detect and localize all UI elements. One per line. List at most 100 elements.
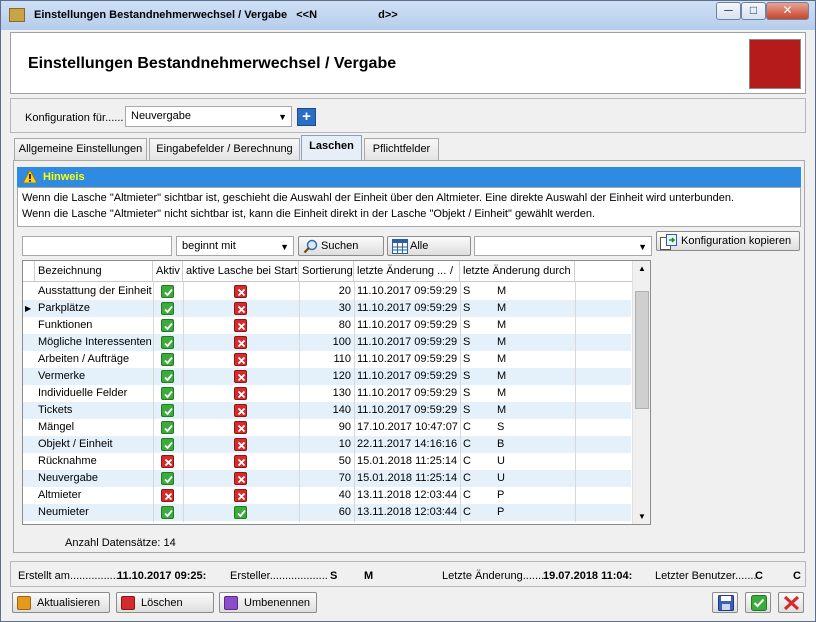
app-icon: [9, 8, 25, 22]
cross-icon[interactable]: [234, 404, 247, 417]
copy-config-button[interactable]: Konfiguration kopieren: [656, 231, 800, 251]
last-user-value: C: [755, 570, 763, 582]
checkmark-icon[interactable]: [161, 302, 174, 315]
checkmark-icon[interactable]: [161, 506, 174, 519]
checkmark-icon[interactable]: [161, 421, 174, 434]
table-row[interactable]: Funktionen 80 11.10.2017 09:59:29 S M: [23, 317, 631, 334]
table-row[interactable]: Objekt / Einheit 10 22.11.2017 14:16:16 C B: [23, 436, 631, 453]
add-config-button[interactable]: +: [297, 108, 316, 126]
checkmark-icon[interactable]: [161, 319, 174, 332]
cross-icon[interactable]: [161, 489, 174, 502]
cross-icon[interactable]: [234, 472, 247, 485]
table-row[interactable]: Mögliche Interessenten 100 11.10.2017 09:5…: [23, 334, 631, 351]
config-select[interactable]: Neuvergabe ▼: [125, 106, 292, 127]
column-header-sortierung[interactable]: Sortierung: [299, 261, 354, 282]
cell-geaendert-durch: S: [463, 353, 471, 365]
table-row[interactable]: ▶ Parkplätze 30 11.10.2017 09:59:29 S M: [23, 300, 631, 317]
cross-icon[interactable]: [234, 455, 247, 468]
checkmark-icon[interactable]: [161, 336, 174, 349]
save-button[interactable]: [712, 592, 738, 613]
copy-config-button-label: Konfiguration kopieren: [681, 235, 792, 247]
tab-pflichtfelder[interactable]: Pflichtfelder: [364, 138, 439, 160]
maximize-button[interactable]: □: [741, 2, 766, 20]
confirm-button[interactable]: [745, 592, 771, 613]
cross-icon[interactable]: [234, 387, 247, 400]
delete-button-label: Löschen: [141, 597, 183, 609]
checkmark-icon[interactable]: [161, 370, 174, 383]
table-row[interactable]: Neuvergabe 70 15.01.2018 11:25:14 C U: [23, 470, 631, 487]
checkmark-icon[interactable]: [161, 353, 174, 366]
column-header-aktiv[interactable]: Aktiv: [153, 261, 183, 282]
table-row[interactable]: Vermerke 120 11.10.2017 09:59:29 S M: [23, 368, 631, 385]
column-header-letzte-aenderung-durch[interactable]: letzte Änderung durch: [460, 261, 575, 282]
cell-geaendert-durch-2: M: [497, 302, 507, 314]
rename-button[interactable]: Umbenennen: [219, 592, 317, 613]
cross-icon[interactable]: [234, 421, 247, 434]
checkmark-icon[interactable]: [161, 285, 174, 298]
refresh-icon: [17, 596, 31, 610]
scroll-up-icon[interactable]: ▲: [638, 264, 646, 273]
close-window-button[interactable]: ✕: [766, 2, 809, 20]
table-row[interactable]: Altmieter 40 13.11.2018 12:03:44 C P: [23, 487, 631, 504]
header-panel: Einstellungen Bestandnehmerwechsel / Ver…: [10, 32, 806, 94]
scroll-down-icon[interactable]: ▼: [638, 512, 646, 521]
column-header-aktive-lasche[interactable]: aktive Lasche bei Start: [183, 261, 299, 282]
table-row[interactable]: Arbeiten / Aufträge 110 11.10.2017 09:59:2…: [23, 351, 631, 368]
cross-icon[interactable]: [234, 353, 247, 366]
column-separator: [575, 282, 576, 522]
status-bar: Erstellt am................. 11.10.2017 …: [10, 561, 806, 587]
warning-icon: [23, 170, 37, 183]
checkmark-icon[interactable]: [234, 506, 247, 519]
cell-geaendert-durch: C: [463, 489, 471, 501]
cross-icon[interactable]: [234, 438, 247, 451]
checkmark-icon[interactable]: [161, 438, 174, 451]
rename-button-label: Umbenennen: [244, 597, 311, 609]
tab-eingabefelder[interactable]: Eingabefelder / Berechnung: [149, 138, 300, 160]
cell-letzte-aenderung: 11.10.2017 09:59:29: [357, 370, 458, 382]
cancel-button[interactable]: [778, 592, 804, 613]
laschen-table[interactable]: Bezeichnung Aktiv aktive Lasche bei Star…: [22, 260, 651, 525]
current-row-icon: ▶: [25, 304, 32, 313]
save-icon: [718, 595, 734, 611]
checkmark-icon[interactable]: [161, 472, 174, 485]
cross-icon[interactable]: [234, 370, 247, 383]
tab-allgemeine-einstellungen[interactable]: Allgemeine Einstellungen: [14, 138, 147, 160]
tab-laschen[interactable]: Laschen: [301, 135, 362, 161]
search-button[interactable]: Suchen: [298, 236, 384, 256]
minimize-button[interactable]: ─: [716, 2, 741, 20]
chevron-down-icon: ▼: [638, 242, 647, 252]
cell-letzte-aenderung: 11.10.2017 09:59:29: [357, 319, 458, 331]
checkmark-icon[interactable]: [161, 404, 174, 417]
table-row[interactable]: Ausstattung der Einheit 20 11.10.2017 09:5…: [23, 283, 631, 300]
table-row[interactable]: Individuelle Felder 130 11.10.2017 09:59:2…: [23, 385, 631, 402]
search-mode-select[interactable]: beginnt mit ▼: [176, 236, 294, 256]
vertical-scrollbar[interactable]: ▲ ▼: [632, 261, 650, 524]
table-row[interactable]: Mängel 90 17.10.2017 10:47:07 C S: [23, 419, 631, 436]
column-header-letzte-aenderung[interactable]: letzte Änderung ... /: [354, 261, 460, 282]
cross-icon[interactable]: [234, 336, 247, 349]
show-all-button[interactable]: Alle: [387, 236, 471, 256]
search-input[interactable]: [22, 236, 172, 256]
cross-icon[interactable]: [161, 455, 174, 468]
title-bar[interactable]: Einstellungen Bestandnehmerwechsel / Ver…: [1, 1, 815, 30]
cell-geaendert-durch: S: [463, 302, 471, 314]
refresh-button[interactable]: Aktualisieren: [12, 592, 110, 613]
cross-icon[interactable]: [234, 302, 247, 315]
cross-icon[interactable]: [234, 285, 247, 298]
cell-geaendert-durch: C: [463, 506, 471, 518]
row-indicator-header: [23, 261, 35, 282]
column-filter-select[interactable]: ▼: [474, 236, 652, 256]
cross-icon[interactable]: [234, 319, 247, 332]
creator-value-2: M: [364, 570, 374, 582]
table-row[interactable]: Tickets 140 11.10.2017 09:59:29 S M: [23, 402, 631, 419]
cell-geaendert-durch-2: M: [497, 370, 507, 382]
table-row[interactable]: Neumieter 60 13.11.2018 12:03:44 C P: [23, 504, 631, 521]
last-user-label: Letzter Benutzer.......: [655, 570, 757, 582]
checkmark-icon[interactable]: [161, 387, 174, 400]
column-header-bezeichnung[interactable]: Bezeichnung: [35, 261, 153, 282]
cross-icon[interactable]: [234, 489, 247, 502]
chevron-down-icon: ▼: [280, 242, 289, 252]
delete-button[interactable]: Löschen: [116, 592, 214, 613]
scrollbar-thumb[interactable]: [635, 291, 649, 409]
table-row[interactable]: Rücknahme 50 15.01.2018 11:25:14 C U: [23, 453, 631, 470]
